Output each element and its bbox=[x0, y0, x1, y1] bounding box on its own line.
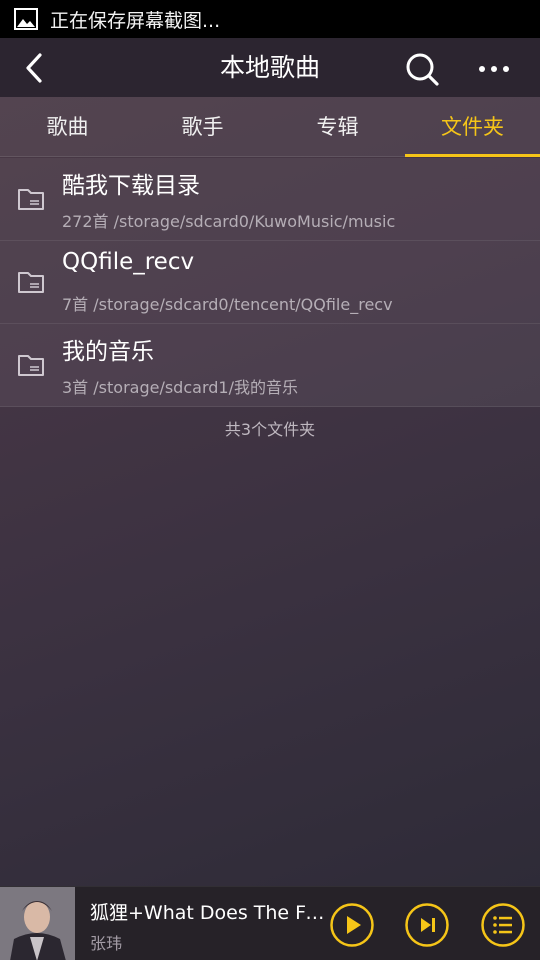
folder-count-summary: 共3个文件夹 bbox=[224, 420, 316, 439]
title-bar: 本地歌曲 bbox=[0, 38, 540, 97]
folder-row[interactable]: 我的音乐 3首 /storage/sdcard1/我的音乐 bbox=[0, 324, 540, 407]
folder-name: QQfile_recv bbox=[62, 249, 195, 275]
song-count: 272首 bbox=[62, 212, 109, 231]
folder-path: /storage/sdcard0/KuwoMusic/music bbox=[113, 212, 396, 231]
tab-artists[interactable]: 歌手 bbox=[135, 97, 270, 156]
folder-path: /storage/sdcard1/我的音乐 bbox=[93, 378, 298, 397]
song-count: 7首 bbox=[62, 295, 89, 314]
search-icon[interactable] bbox=[404, 51, 440, 87]
folder-name: 酷我下载目录 bbox=[62, 173, 200, 199]
tab-bar: 歌曲 歌手 专辑 文件夹 bbox=[0, 97, 540, 157]
folder-name: 我的音乐 bbox=[62, 339, 154, 365]
folder-list: 酷我下载目录 272首 /storage/sdcard0/KuwoMusic/m… bbox=[0, 158, 540, 407]
status-bar: 正在保存屏幕截图... bbox=[0, 0, 540, 38]
playlist-icon[interactable] bbox=[480, 902, 526, 948]
tab-albums[interactable]: 专辑 bbox=[270, 97, 405, 156]
folder-info: 7首 /storage/sdcard0/tencent/QQfile_recv bbox=[62, 291, 393, 315]
tab-songs[interactable]: 歌曲 bbox=[0, 97, 135, 156]
folder-info: 272首 /storage/sdcard0/KuwoMusic/music bbox=[62, 208, 395, 232]
image-icon bbox=[14, 8, 38, 30]
play-icon[interactable] bbox=[329, 902, 375, 948]
folder-info: 3首 /storage/sdcard1/我的音乐 bbox=[62, 374, 298, 398]
artist-photo-icon bbox=[0, 887, 75, 960]
folder-icon bbox=[18, 355, 44, 376]
folder-row[interactable]: QQfile_recv 7首 /storage/sdcard0/tencent/… bbox=[0, 241, 540, 324]
tab-folders[interactable]: 文件夹 bbox=[405, 97, 540, 157]
page-title: 本地歌曲 bbox=[219, 53, 320, 82]
folder-path: /storage/sdcard0/tencent/QQfile_recv bbox=[93, 295, 393, 314]
more-options-icon[interactable] bbox=[474, 51, 514, 87]
folder-row[interactable]: 酷我下载目录 272首 /storage/sdcard0/KuwoMusic/m… bbox=[0, 158, 540, 241]
artist-name: 张玮 bbox=[90, 934, 123, 953]
notification-text: 正在保存屏幕截图... bbox=[50, 9, 221, 32]
folder-icon bbox=[18, 189, 44, 210]
mini-player: 狐狸+What Does The Fox Say 张玮 bbox=[0, 886, 540, 960]
back-arrow-icon[interactable] bbox=[18, 50, 54, 86]
song-count: 3首 bbox=[62, 378, 89, 397]
album-cover[interactable] bbox=[0, 887, 75, 960]
folder-icon bbox=[18, 272, 44, 293]
song-title[interactable]: 狐狸+What Does The Fox Say bbox=[90, 898, 330, 925]
next-track-icon[interactable] bbox=[404, 902, 450, 948]
